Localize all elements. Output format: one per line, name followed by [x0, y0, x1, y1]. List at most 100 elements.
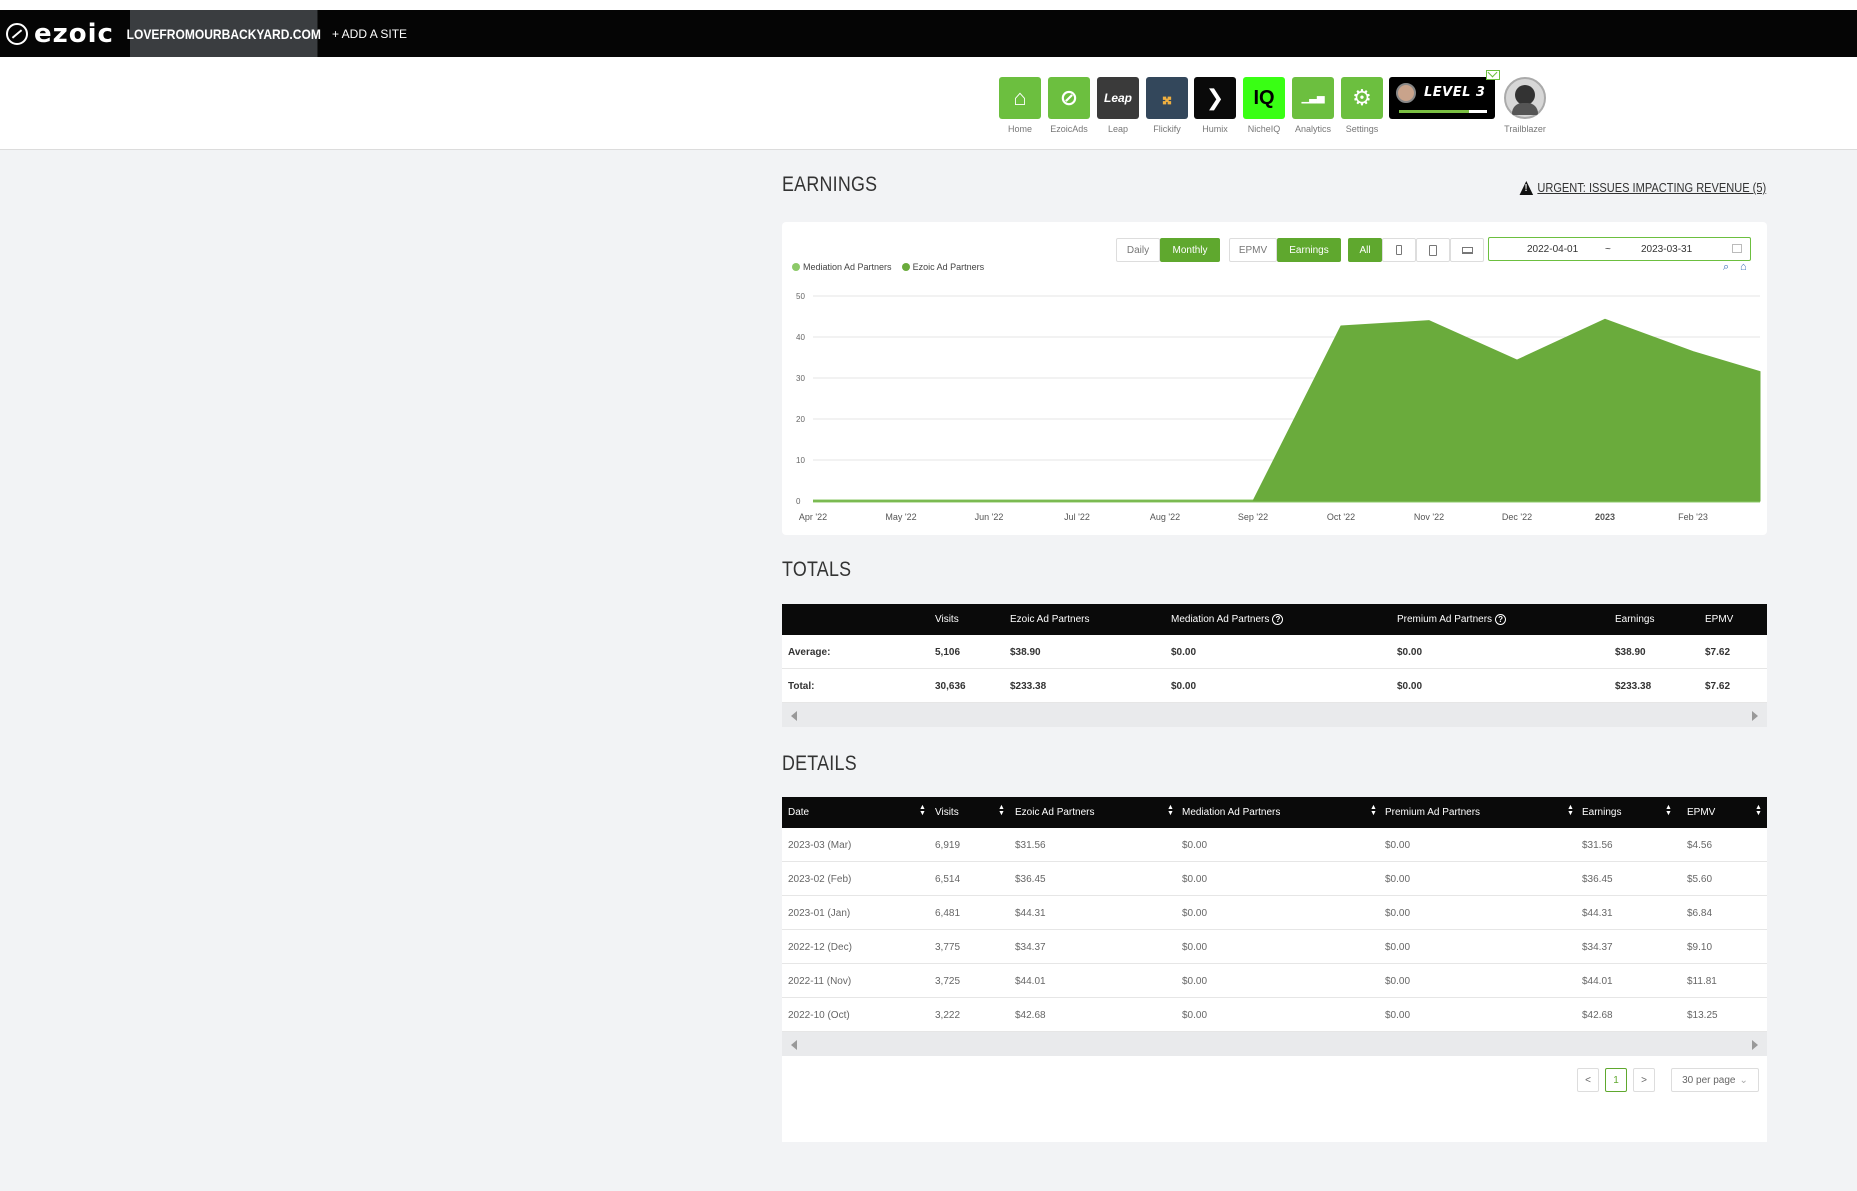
details-cell: $0.00 [1385, 942, 1411, 953]
add-site-link[interactable]: + ADD A SITE [332, 10, 407, 57]
nav-item-analytics[interactable]: ▁▃▅ Analytics [1292, 77, 1334, 134]
details-cell: $9.10 [1687, 942, 1713, 953]
y-tick-label: 20 [796, 415, 805, 424]
x-tick-label: May '22 [885, 512, 916, 522]
sort-icon[interactable]: ▲ ▼ [998, 804, 1005, 817]
x-tick-label: Jul '22 [1064, 512, 1090, 522]
details-cell: $0.00 [1182, 1010, 1208, 1021]
x-tick-label: Aug '22 [1150, 512, 1180, 522]
details-header-premium-ad-partners[interactable]: Premium Ad Partners [1385, 807, 1480, 818]
x-tick-label: 2023 [1595, 512, 1615, 522]
totals-header-cell: Mediation Ad Partners? [1171, 614, 1284, 625]
details-cell: 6,919 [935, 840, 961, 851]
sort-icon[interactable]: ▲ ▼ [919, 804, 926, 817]
details-cell: 2023-03 (Mar) [788, 840, 852, 851]
scroll-right-icon[interactable] [1752, 711, 1758, 721]
warning-icon [1519, 180, 1533, 195]
sort-icon[interactable]: ▲ ▼ [1167, 804, 1174, 817]
earnings-area-chart: 0 10 20 30 40 50 Apr '22 May '22 Jun '22 Jul '22 A… [796, 292, 1761, 522]
details-cell: $11.81 [1687, 976, 1717, 987]
details-cell: $0.00 [1182, 874, 1208, 885]
app-nav: ⌂ Home ⊘ EzoicAds Leap Leap 𝄪 Flickify ❯ Humix IQ N… [0, 57, 1857, 150]
scroll-right-icon[interactable] [1752, 1040, 1758, 1050]
avatar-label: Trailblazer [1504, 124, 1546, 134]
scroll-left-icon[interactable] [791, 1040, 797, 1050]
sort-icon[interactable]: ▲ ▼ [1567, 804, 1574, 817]
details-header-earnings[interactable]: Earnings [1582, 807, 1621, 818]
totals-header-cell: Visits [935, 614, 959, 625]
sort-icon[interactable]: ▲ ▼ [1755, 804, 1762, 817]
details-header-mediation-ad-partners[interactable]: Mediation Ad Partners [1182, 807, 1280, 818]
details-cell: $31.56 [1582, 840, 1613, 851]
nav-item-settings[interactable]: ⚙ Settings [1341, 77, 1383, 134]
avatar[interactable] [1504, 77, 1546, 119]
details-table: Date ▲ ▼ Visits ▲ ▼ Ezoic Ad Partners ▲ ▼ Mediati… [782, 797, 1767, 1142]
details-cell: $0.00 [1182, 976, 1208, 987]
totals-header-cell: Premium Ad Partners? [1397, 614, 1507, 625]
nav-item-nicheiq[interactable]: IQ NicheIQ [1243, 77, 1285, 134]
details-header-epmv[interactable]: EPMV [1687, 807, 1715, 818]
details-cell: $31.56 [1015, 840, 1046, 851]
sort-icon[interactable]: ▲ ▼ [1370, 804, 1377, 817]
urgent-issues-text: URGENT: ISSUES IMPACTING REVENUE (5) [1537, 180, 1766, 195]
help-icon[interactable]: ? [1495, 614, 1507, 625]
details-header-visits[interactable]: Visits [935, 807, 959, 818]
humix-logo-icon: ❯ [1194, 77, 1236, 119]
details-cell: $0.00 [1182, 942, 1208, 953]
details-title: DETAILS [782, 752, 857, 775]
totals-table: Visits Ezoic Ad Partners Mediation Ad Part… [782, 604, 1767, 727]
prev-page-button[interactable]: < [1577, 1068, 1599, 1092]
totals-header-cell: Earnings [1615, 614, 1655, 625]
x-tick-label: Feb '23 [1678, 512, 1708, 522]
nav-item-home[interactable]: ⌂ Home [999, 77, 1041, 134]
details-cell: $44.01 [1015, 976, 1046, 987]
totals-cell: $0.00 [1397, 681, 1423, 692]
details-cell: $4.56 [1687, 840, 1713, 851]
mail-icon[interactable] [1486, 70, 1500, 80]
details-cell: 2022-11 (Nov) [788, 976, 852, 987]
totals-cell: $0.00 [1397, 647, 1423, 658]
details-header-ezoic-ad-partners[interactable]: Ezoic Ad Partners [1015, 807, 1094, 818]
details-cell: $0.00 [1182, 840, 1208, 851]
details-cell: 2022-10 (Oct) [788, 1010, 850, 1021]
nav-item-humix[interactable]: ❯ Humix [1194, 77, 1236, 134]
details-cell: 3,775 [935, 942, 961, 953]
x-tick-label: Nov '22 [1414, 512, 1444, 522]
ezoic-logo[interactable]: ezoic [6, 19, 114, 49]
level-progress-bar [1399, 110, 1487, 113]
help-icon[interactable]: ? [1272, 614, 1284, 625]
nav-item-leap[interactable]: Leap Leap [1097, 77, 1139, 134]
per-page-select[interactable]: 30 per page ⌄ [1671, 1068, 1759, 1092]
site-tab[interactable]: LOVEFROMOURBACKYARD.COM [127, 10, 321, 57]
details-cell: $0.00 [1385, 840, 1411, 851]
page-1-button[interactable]: 1 [1605, 1068, 1627, 1092]
urgent-issues-link[interactable]: URGENT: ISSUES IMPACTING REVENUE (5) [1519, 180, 1766, 195]
next-page-button[interactable]: > [1633, 1068, 1655, 1092]
table-row: 2023-02 (Feb) 6,514 $36.45 $0.00 $0.00 $36.45… [782, 862, 1767, 896]
table-row: 2022-10 (Oct) 3,222 $42.68 $0.00 $0.00 $42.68… [782, 998, 1767, 1032]
details-horizontal-scrollbar[interactable] [782, 1032, 1767, 1056]
scroll-left-icon[interactable] [791, 711, 797, 721]
level-text: LEVEL 3 [1424, 85, 1486, 100]
details-header-date[interactable]: Date [788, 807, 809, 818]
details-header-row: Date ▲ ▼ Visits ▲ ▼ Ezoic Ad Partners ▲ ▼ Mediati… [782, 797, 1767, 828]
totals-title: TOTALS [782, 558, 852, 581]
logo-text: ezoic [34, 19, 114, 49]
nav-item-flickify[interactable]: 𝄪 Flickify [1146, 77, 1188, 134]
details-cell: $36.45 [1015, 874, 1046, 885]
gear-icon: ⚙ [1341, 77, 1383, 119]
totals-horizontal-scrollbar[interactable] [782, 703, 1767, 727]
totals-header-cell: Ezoic Ad Partners [1010, 614, 1090, 625]
y-tick-label: 0 [796, 497, 801, 506]
totals-row-label: Total: [788, 681, 815, 692]
totals-row-label: Average: [788, 647, 831, 658]
y-tick-label: 30 [796, 374, 805, 383]
sort-icon[interactable]: ▲ ▼ [1665, 804, 1672, 817]
totals-cell: $233.38 [1615, 681, 1652, 692]
nav-item-ezoicads[interactable]: ⊘ EzoicAds [1048, 77, 1090, 134]
details-cell: 3,222 [935, 1010, 961, 1021]
details-cell: 3,725 [935, 976, 961, 987]
details-cell: $44.31 [1015, 908, 1046, 919]
table-row: 2022-11 (Nov) 3,725 $44.01 $0.00 $0.00 $44.01… [782, 964, 1767, 998]
level-badge[interactable]: LEVEL 3 [1389, 77, 1495, 119]
